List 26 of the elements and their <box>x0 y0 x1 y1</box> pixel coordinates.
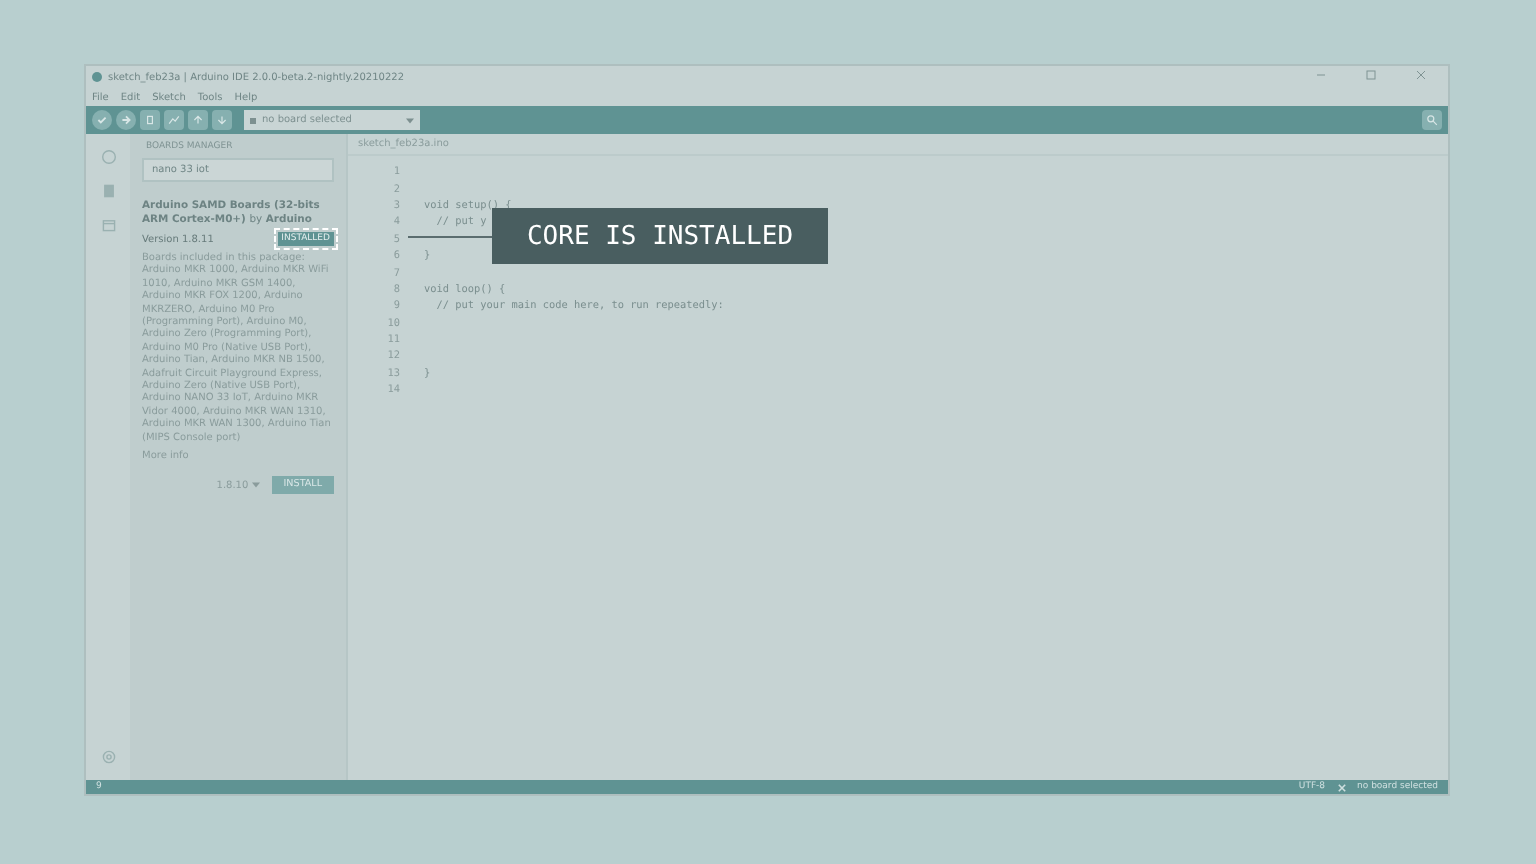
debug-button[interactable] <box>140 110 160 130</box>
serial-monitor-button[interactable] <box>1422 110 1442 130</box>
arrow-up-icon <box>192 114 204 126</box>
close-icon <box>1337 783 1346 791</box>
open-button[interactable] <box>188 110 208 130</box>
caret-icon <box>251 481 260 488</box>
minimize-icon[interactable] <box>1315 70 1325 80</box>
save-button[interactable] <box>212 110 232 130</box>
callout-label: CORE IS INSTALLED <box>492 208 828 264</box>
maximize-icon[interactable] <box>1365 70 1375 80</box>
line-chart-icon <box>168 114 180 126</box>
check-icon <box>96 114 108 126</box>
arrow-right-icon <box>120 114 132 126</box>
close-icon[interactable] <box>1415 70 1425 80</box>
verify-button[interactable] <box>92 110 112 130</box>
leader-line <box>408 236 492 238</box>
search-icon <box>1426 114 1438 126</box>
app-logo-icon <box>92 72 102 82</box>
plotter-button[interactable] <box>164 110 184 130</box>
board-icon <box>250 117 256 123</box>
upload-button[interactable] <box>116 110 136 130</box>
arrow-down-icon <box>216 114 228 126</box>
caret-icon <box>406 117 414 123</box>
board-icon[interactable] <box>101 184 115 198</box>
library-icon[interactable] <box>101 218 115 232</box>
rectangle-icon <box>144 114 156 126</box>
